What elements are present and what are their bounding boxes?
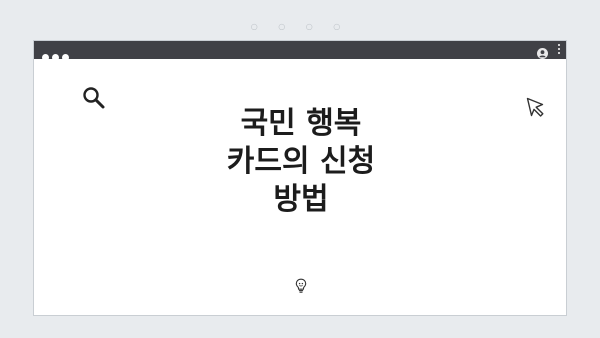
close-dot[interactable] <box>42 54 49 61</box>
title-line: 방법 <box>273 182 329 217</box>
maximize-dot[interactable] <box>62 54 69 61</box>
minimize-dot[interactable] <box>52 54 59 61</box>
titlebar-actions <box>536 44 561 59</box>
page-title: 국민 행복 카드의 신청 방법 <box>34 105 568 219</box>
title-line: 국민 행복 <box>240 106 362 141</box>
user-icon[interactable] <box>536 44 548 63</box>
screen: ○ ○ ○ ○ 국민 행복 카드의 신청 방법 <box>0 0 600 338</box>
page-indicator: ○ ○ ○ ○ <box>250 22 350 31</box>
lightbulb-icon <box>295 278 307 298</box>
window-controls <box>42 46 72 61</box>
window-titlebar <box>34 41 566 61</box>
title-line: 카드의 신청 <box>226 144 376 179</box>
kebab-menu-icon[interactable] <box>557 44 561 55</box>
browser-window: 국민 행복 카드의 신청 방법 <box>33 40 567 316</box>
